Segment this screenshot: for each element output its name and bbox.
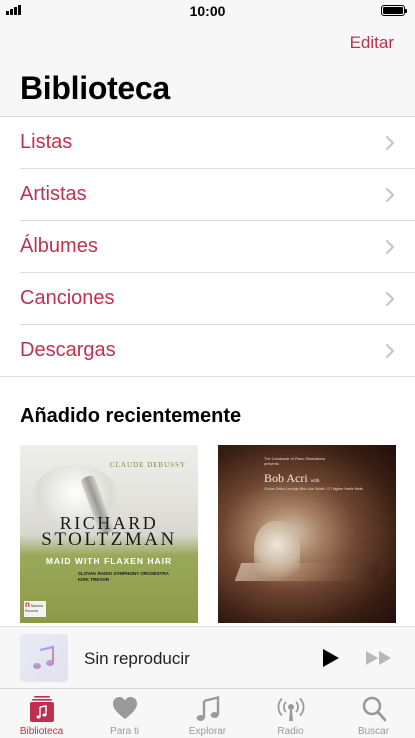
library-list: Listas Artistas Álbumes Canciones Descar… [0, 116, 415, 377]
chevron-right-icon [386, 292, 394, 306]
tab-para-ti[interactable]: Para ti [83, 689, 166, 738]
album-artist: Bob Acri with [264, 471, 320, 485]
album-composer: CLAUDE DEBUSSY [109, 461, 186, 469]
now-playing-artwork [20, 634, 68, 682]
heart-icon [112, 697, 137, 719]
play-icon[interactable] [322, 648, 340, 668]
library-item-label: Artistas [20, 183, 87, 205]
library-item-albumes[interactable]: Álbumes [20, 221, 415, 273]
page-title: Biblioteca [20, 70, 170, 106]
tab-label: Biblioteca [19, 726, 64, 737]
search-icon [362, 696, 386, 722]
tab-label: Explorar [188, 726, 227, 737]
library-item-artistas[interactable]: Artistas [20, 169, 415, 221]
chevron-right-icon [386, 188, 394, 202]
edit-button[interactable]: Editar [350, 33, 394, 53]
mini-player[interactable]: Sin reproducir [0, 626, 415, 688]
tab-bar: Biblioteca Para ti Explorar Radio Buscar [0, 688, 415, 738]
library-item-listas[interactable]: Listas [20, 117, 415, 169]
tab-biblioteca[interactable]: Biblioteca [0, 689, 83, 738]
status-time: 10:00 [189, 3, 226, 19]
tab-label: Buscar [357, 726, 390, 737]
record-label-logo: n Navona Records [24, 601, 46, 617]
radio-icon [277, 697, 304, 721]
tab-label: Radio [277, 726, 304, 737]
navigation-header: Editar Biblioteca [0, 22, 415, 116]
recently-added-title: Añadido recientemente [20, 405, 242, 427]
album-orchestra: SLOVAK RADIO SYMPHONY ORCHESTRA [78, 571, 169, 576]
tab-buscar[interactable]: Buscar [332, 689, 415, 738]
chevron-right-icon [386, 240, 394, 254]
album-cover-bob-acri[interactable]: The Cavalcade of Piano Simulations prese… [218, 445, 396, 623]
library-item-label: Canciones [20, 287, 115, 309]
next-track-icon[interactable] [365, 650, 393, 666]
album-cover-maid-with-flaxen-hair[interactable]: CLAUDE DEBUSSY RICHARD STOLTZMAN MAID WI… [20, 445, 198, 623]
library-item-canciones[interactable]: Canciones [20, 273, 415, 325]
music-note-icon [196, 696, 219, 721]
album-artist-line: STOLTZMAN [41, 529, 177, 550]
tab-label: Para ti [110, 726, 139, 737]
library-item-descargas[interactable]: Descargas [0, 325, 415, 377]
chevron-right-icon [386, 344, 394, 358]
chevron-right-icon [386, 136, 394, 150]
tab-radio[interactable]: Radio [249, 689, 332, 738]
now-playing-status: Sin reproducir [84, 649, 190, 668]
library-item-label: Álbumes [20, 235, 98, 257]
pianist-figure [254, 521, 300, 581]
library-item-label: Listas [20, 131, 73, 153]
album-subtitle: Chicas Gritos Lemngs Misc Like Solaff: 1… [264, 487, 364, 491]
battery-icon [381, 5, 407, 16]
library-icon [29, 696, 54, 722]
music-note-icon [33, 645, 55, 669]
status-bar: 10:00 [0, 0, 415, 22]
album-conductor: KIRK TREVOR [78, 577, 110, 582]
album-presenter: The Cavalcade of Piano Simulations prese… [264, 457, 326, 466]
library-item-label: Descargas [20, 339, 116, 361]
album-title: MAID WITH FLAXEN HAIR [45, 556, 173, 566]
tab-explorar[interactable]: Explorar [166, 689, 249, 738]
